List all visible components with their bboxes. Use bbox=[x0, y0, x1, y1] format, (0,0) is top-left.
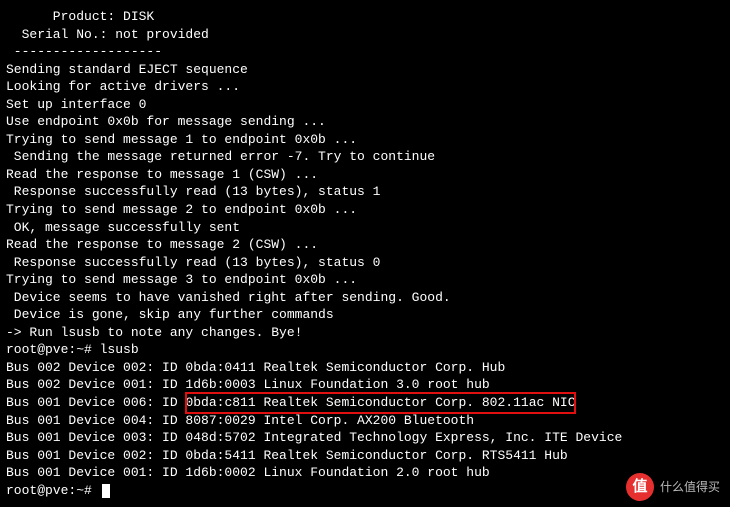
log-line: Read the response to message 2 (CSW) ... bbox=[6, 236, 724, 254]
terminal-output[interactable]: Product: DISK Serial No.: not provided -… bbox=[6, 8, 724, 499]
log-line: Response successfully read (13 bytes), s… bbox=[6, 254, 724, 272]
prompt-prefix: root@pve:~# bbox=[6, 483, 100, 498]
lsusb-row-highlighted: Bus 001 Device 006: ID 0bda:c811 Realtek… bbox=[6, 394, 724, 412]
lsusb-row: Bus 001 Device 002: ID 0bda:5411 Realtek… bbox=[6, 447, 724, 465]
log-line: Set up interface 0 bbox=[6, 96, 724, 114]
lsusb-row: Bus 001 Device 003: ID 048d:5702 Integra… bbox=[6, 429, 724, 447]
log-line: Trying to send message 3 to endpoint 0x0… bbox=[6, 271, 724, 289]
log-line: -> Run lsusb to note any changes. Bye! bbox=[6, 324, 724, 342]
log-line: Response successfully read (13 bytes), s… bbox=[6, 183, 724, 201]
log-line: Looking for active drivers ... bbox=[6, 78, 724, 96]
log-line: OK, message successfully sent bbox=[6, 219, 724, 237]
product-line: Product: DISK bbox=[6, 8, 724, 26]
cursor-icon bbox=[102, 484, 110, 498]
log-line: Use endpoint 0x0b for message sending ..… bbox=[6, 113, 724, 131]
lsusb-row: Bus 001 Device 004: ID 8087:0029 Intel C… bbox=[6, 412, 724, 430]
lsusb-prefix: Bus 001 Device 006: ID bbox=[6, 395, 185, 410]
prompt-prefix: root@pve:~# bbox=[6, 342, 100, 357]
log-line: Trying to send message 2 to endpoint 0x0… bbox=[6, 201, 724, 219]
lsusb-row: Bus 002 Device 001: ID 1d6b:0003 Linux F… bbox=[6, 376, 724, 394]
lsusb-row: Bus 002 Device 002: ID 0bda:0411 Realtek… bbox=[6, 359, 724, 377]
lsusb-row: Bus 001 Device 001: ID 1d6b:0002 Linux F… bbox=[6, 464, 724, 482]
shell-prompt-1: root@pve:~# lsusb bbox=[6, 341, 724, 359]
watermark-badge-icon: 值 bbox=[626, 473, 654, 501]
log-line: Read the response to message 1 (CSW) ... bbox=[6, 166, 724, 184]
log-line: Device is gone, skip any further command… bbox=[6, 306, 724, 324]
watermark: 值 什么值得买 bbox=[626, 473, 720, 501]
log-line: Trying to send message 1 to endpoint 0x0… bbox=[6, 131, 724, 149]
lsusb-highlight-text: 0bda:c811 Realtek Semiconductor Corp. 80… bbox=[185, 395, 575, 410]
divider-line: ------------------- bbox=[6, 43, 724, 61]
log-line: Sending standard EJECT sequence bbox=[6, 61, 724, 79]
command-text: lsusb bbox=[100, 342, 139, 357]
serial-line: Serial No.: not provided bbox=[6, 26, 724, 44]
log-line: Device seems to have vanished right afte… bbox=[6, 289, 724, 307]
watermark-text: 什么值得买 bbox=[660, 479, 720, 495]
log-line: Sending the message returned error -7. T… bbox=[6, 148, 724, 166]
shell-prompt-2[interactable]: root@pve:~# bbox=[6, 482, 724, 500]
